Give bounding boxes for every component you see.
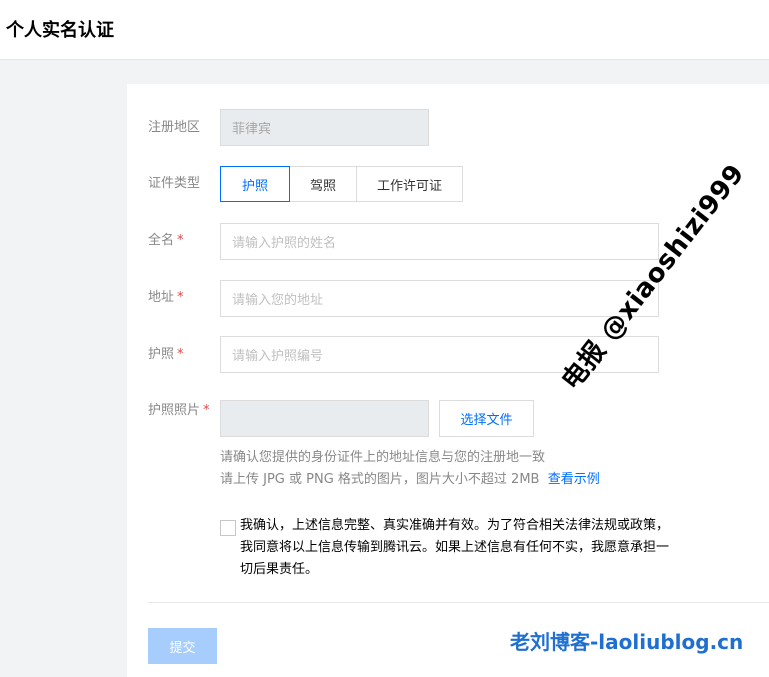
agreement-text: 我确认，上述信息完整、真实准确并有效。为了符合相关法律法规或政策， 我同意将以上… — [240, 518, 670, 577]
divider — [148, 602, 769, 603]
passport-label: 护照 * — [148, 347, 184, 362]
address-match-hint: 请确认您提供的身份证件上的地址信息与您的注册地一致 — [220, 450, 546, 465]
region-field: 菲律宾 — [220, 109, 429, 146]
upload-format-hint: 请上传 JPG 或 PNG 格式的图片，图片大小不超过 2MB 查看示例 — [220, 472, 600, 487]
required-mark: * — [177, 290, 184, 305]
passport-number-placeholder: 请输入护照编号 — [232, 349, 324, 364]
required-mark: * — [177, 347, 184, 362]
top-bar: 个人实名认证 — [0, 0, 769, 60]
region-value: 菲律宾 — [232, 122, 272, 137]
page-title: 个人实名认证 — [6, 20, 114, 41]
address-label: 地址 * — [148, 290, 184, 305]
full-name-placeholder: 请输入护照的姓名 — [232, 236, 337, 251]
full-name-label: 全名 * — [148, 233, 184, 248]
agreement-checkbox[interactable] — [220, 520, 236, 536]
doc-type-work-permit-button[interactable]: 工作许可证 — [356, 166, 463, 202]
brand-watermark: 老刘博客-laoliublog.cn — [510, 630, 744, 654]
full-name-input[interactable]: 请输入护照的姓名 — [220, 223, 659, 260]
required-mark: * — [177, 233, 184, 248]
doc-type-driver-license-button[interactable]: 驾照 — [289, 166, 357, 202]
passport-photo-filename-field — [220, 400, 429, 437]
verification-form-card: 注册地区 菲律宾 证件类型 护照 驾照 工作许可证 全名 * 请输入护照的姓名 地… — [127, 84, 769, 677]
view-example-link[interactable]: 查看示例 — [548, 472, 600, 487]
choose-file-button[interactable]: 选择文件 — [439, 400, 534, 437]
address-placeholder: 请输入您的地址 — [232, 293, 324, 308]
passport-photo-label: 护照照片 * — [148, 403, 210, 418]
doc-type-passport-button[interactable]: 护照 — [220, 166, 290, 202]
address-input[interactable]: 请输入您的地址 — [220, 280, 659, 317]
submit-button[interactable]: 提交 — [148, 628, 217, 664]
required-mark: * — [203, 403, 210, 418]
doc-type-label: 证件类型 — [148, 176, 201, 191]
region-label: 注册地区 — [148, 120, 201, 135]
